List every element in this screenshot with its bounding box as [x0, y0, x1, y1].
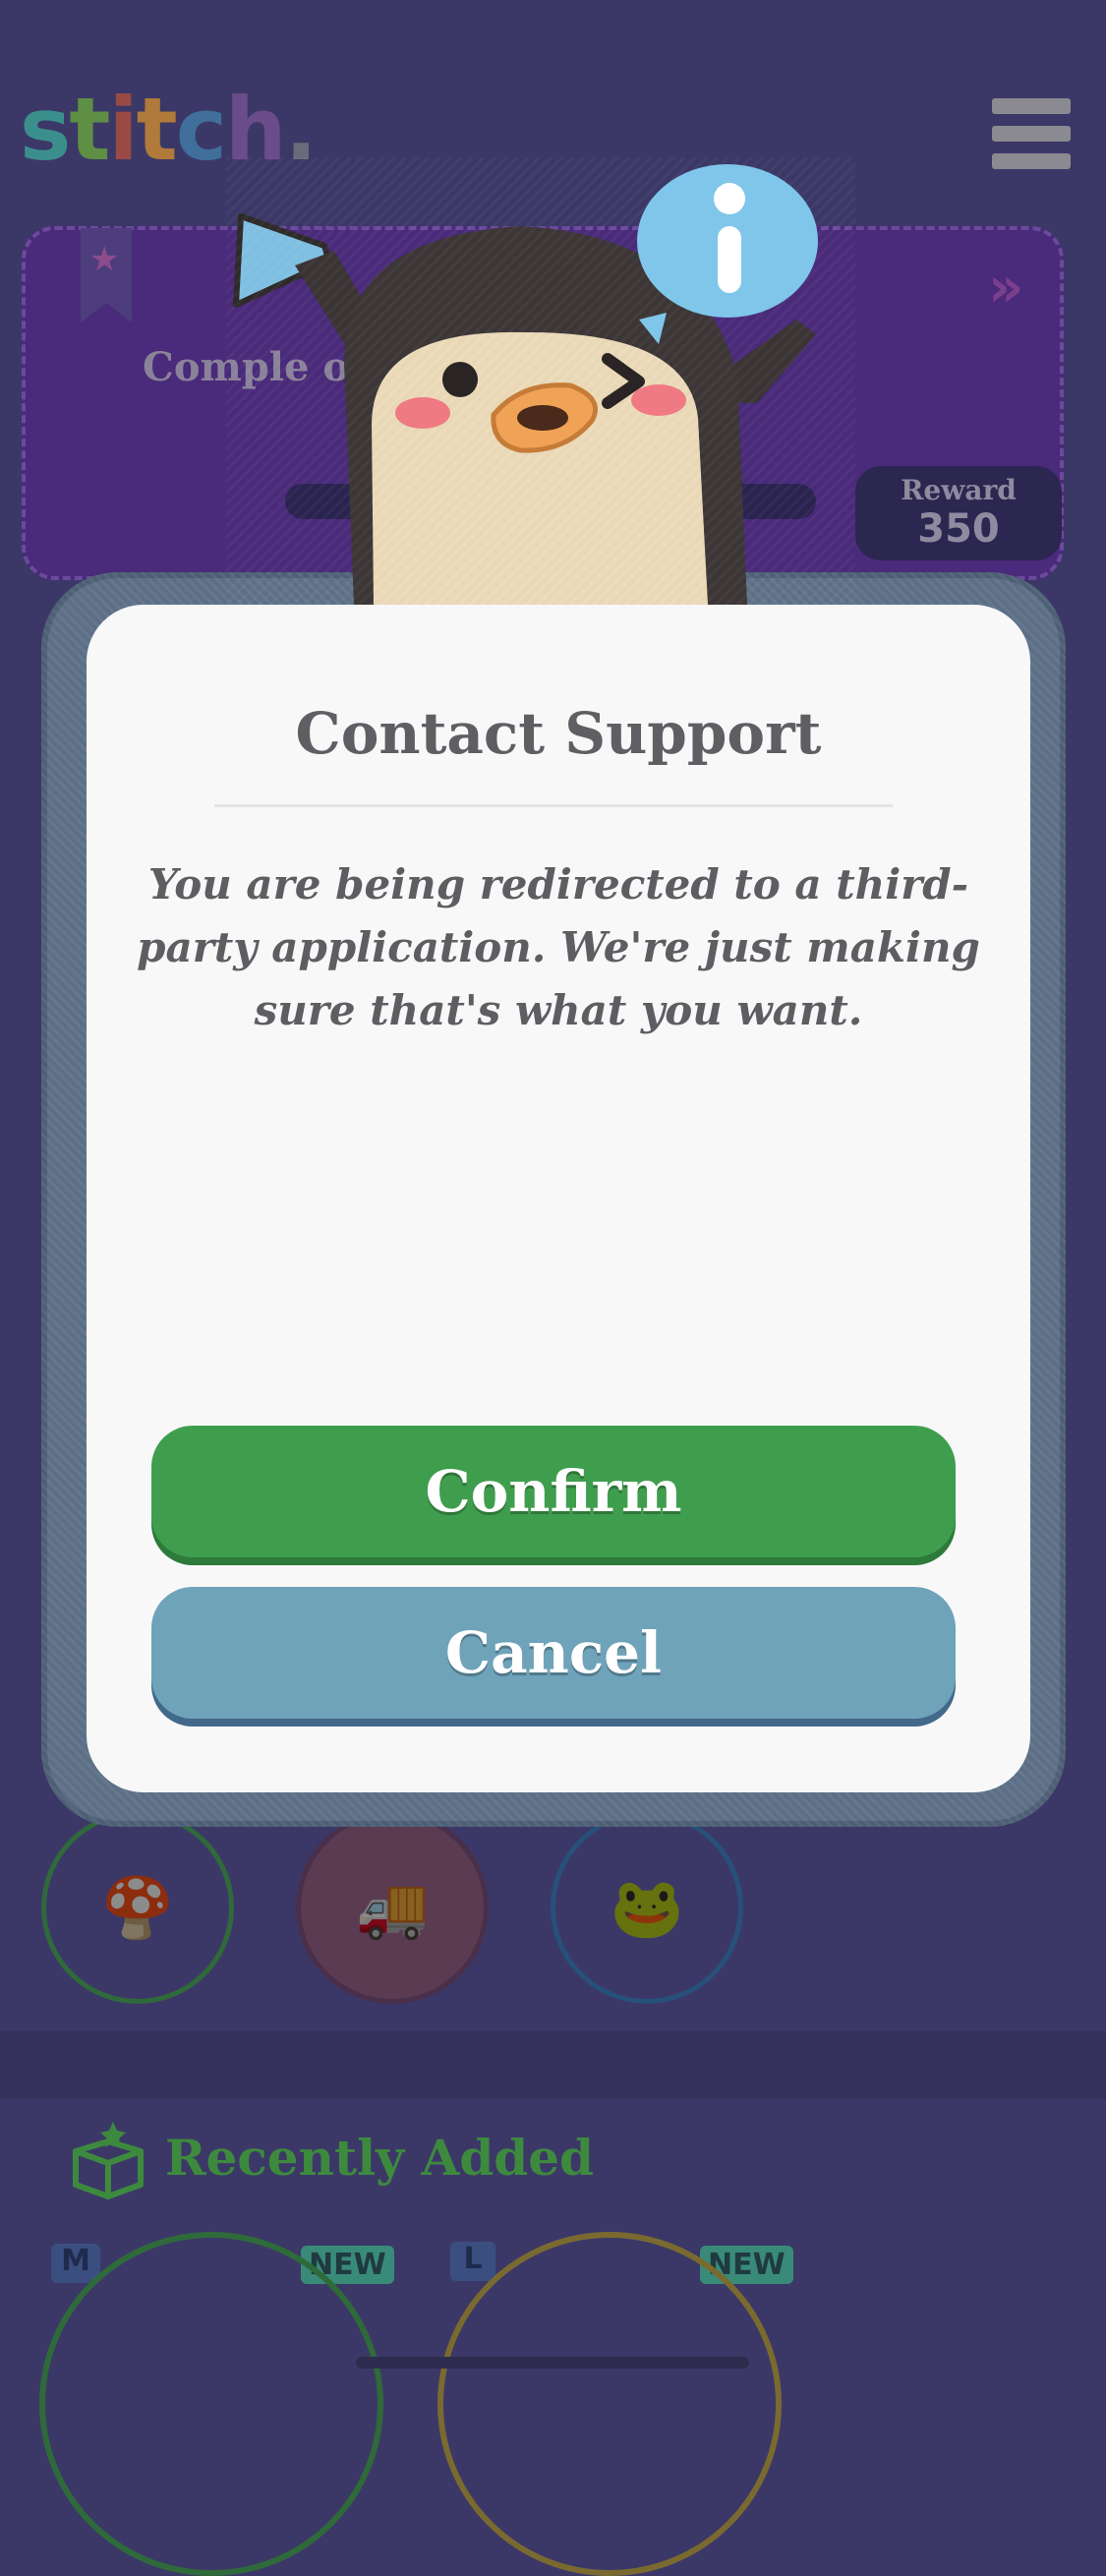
chevron-right-icon[interactable]: » [988, 256, 1023, 320]
confirm-button[interactable]: Confirm [151, 1426, 956, 1557]
penguin-mascot-icon [226, 157, 855, 605]
recent-item-2[interactable] [437, 2232, 782, 2576]
dialog-message: You are being redirected to a third-part… [137, 860, 980, 1034]
category-frog[interactable]: 🐸 [551, 1811, 743, 2004]
section-divider [0, 2030, 1106, 2099]
size-badge-l: L [450, 2242, 495, 2281]
recent-item-1[interactable] [39, 2232, 383, 2576]
size-badge-m: M [51, 2244, 100, 2283]
truck-icon: 🚚 [355, 1874, 430, 1943]
home-indicator [356, 2357, 749, 2369]
dialog-divider [214, 804, 893, 807]
star-icon: ★ [89, 240, 120, 279]
reward-value: 350 [917, 506, 1000, 552]
frog-icon: 🐸 [610, 1874, 684, 1943]
gift-box-icon [73, 2122, 144, 2199]
category-truck[interactable]: 🚚 [296, 1811, 489, 2004]
mushroom-icon: 🍄 [100, 1874, 175, 1943]
reward-badge: Reward 350 [855, 466, 1062, 560]
recently-added-title: Recently Added [165, 2129, 595, 2187]
cancel-button[interactable]: Cancel [151, 1587, 956, 1719]
reward-label: Reward [901, 474, 1017, 506]
hamburger-menu-icon[interactable] [992, 98, 1071, 177]
category-mushroom[interactable]: 🍄 [41, 1811, 234, 2004]
dialog-title: Contact Support [295, 700, 822, 767]
